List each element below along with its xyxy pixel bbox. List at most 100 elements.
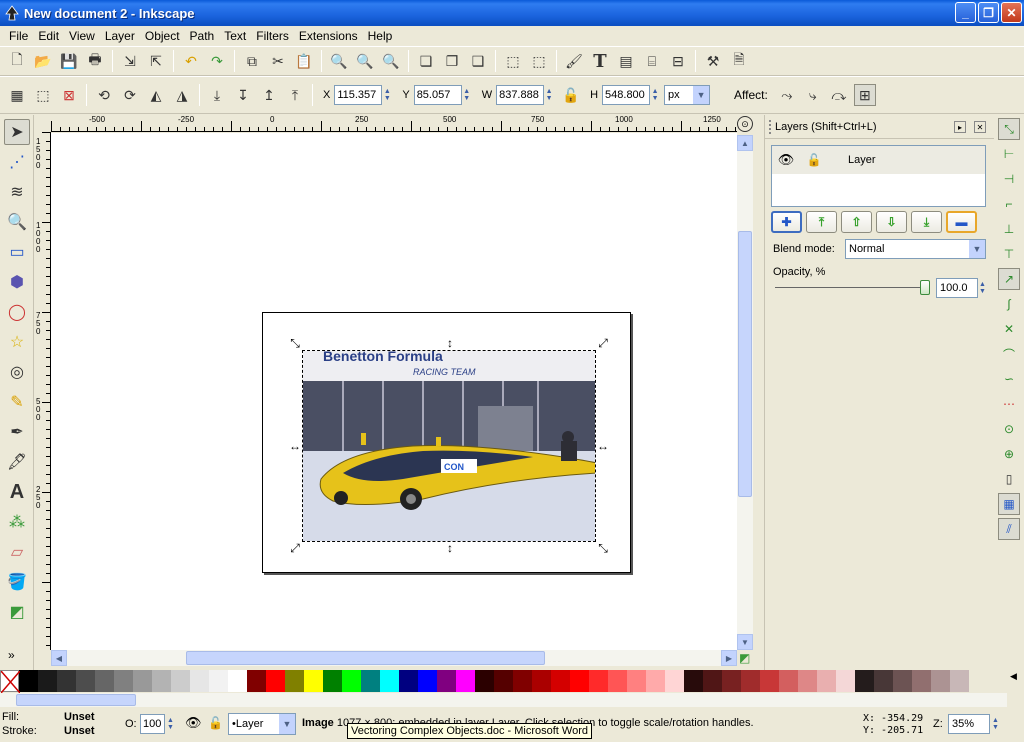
scroll-up-icon[interactable]: ▲ [737,135,753,151]
color-swatch[interactable] [855,670,874,692]
zoom-tool-icon[interactable]: 🔍 [4,209,30,235]
color-swatch[interactable] [209,670,228,692]
color-swatch[interactable] [836,670,855,692]
affect-corners-icon[interactable]: ⤷ [802,84,824,106]
save-icon[interactable]: 💾 [58,50,80,72]
scale-handle-s[interactable]: ↕ [444,542,456,554]
affect-gradient-icon[interactable]: ⤼ [828,84,850,106]
snap-bbox-edge-icon[interactable]: ⊣ [998,168,1020,190]
zoom-selection-icon[interactable]: 🔍 [328,50,350,72]
scale-handle-n[interactable]: ↕ [444,337,456,349]
color-swatch[interactable] [950,670,969,692]
menu-layer[interactable]: Layer [100,29,140,43]
import-icon[interactable]: ⇲ [119,50,141,72]
layer-name[interactable]: Layer [848,154,876,166]
scroll-down-icon[interactable]: ▼ [737,634,753,650]
palette-scrollbar[interactable] [0,693,1007,707]
color-swatch[interactable] [741,670,760,692]
text-tool-icon[interactable]: A [4,479,30,505]
current-layer-select[interactable]: •Layer ▼ [228,713,296,735]
color-swatch[interactable] [703,670,722,692]
flip-vertical-icon[interactable]: ◮ [171,84,193,106]
layer-lock-icon[interactable]: 🔓 [208,716,223,730]
horizontal-scroll-thumb[interactable] [186,651,545,665]
snap-nodes-icon[interactable]: ↗ [998,268,1020,290]
deselect-icon[interactable]: ⊠ [58,84,80,106]
color-swatch[interactable] [171,670,190,692]
menu-edit[interactable]: Edit [33,29,64,43]
lower-to-bottom-icon[interactable]: ⤓ [206,84,228,106]
fill-stroke-icon[interactable]: 🖌 [563,50,585,72]
color-swatch[interactable] [893,670,912,692]
ungroup-icon[interactable]: ⬚ [528,50,550,72]
pen-tool-icon[interactable]: ✒ [4,419,30,445]
color-swatch[interactable] [627,670,646,692]
snap-guide-icon[interactable]: ⫽ [998,518,1020,540]
scale-handle-w[interactable]: ↔ [289,440,301,452]
paint-bucket-tool-icon[interactable]: 🪣 [4,569,30,595]
rotate-cw-icon[interactable]: ⟳ [119,84,141,106]
minimize-button[interactable]: _ [955,2,976,23]
rotate-ccw-icon[interactable]: ⟲ [93,84,115,106]
snap-bbox-center-icon[interactable]: ⊤ [998,243,1020,265]
color-swatch[interactable] [513,670,532,692]
panel-options-icon[interactable]: ▸ [954,121,966,133]
palette-scroll-thumb[interactable] [16,694,136,706]
close-button[interactable]: ✕ [1001,2,1022,23]
color-manage-icon[interactable]: ◩ [739,651,750,665]
spiral-tool-icon[interactable]: ◎ [4,359,30,385]
opacity-slider-knob[interactable] [920,280,930,295]
undo-icon[interactable]: ↶ [180,50,202,72]
snap-cusp-icon[interactable]: ⌒ [998,343,1020,365]
color-swatch[interactable] [456,670,475,692]
lower-to-bottom-button[interactable]: ⤓ [911,211,942,233]
menu-extensions[interactable]: Extensions [294,29,363,43]
clone-icon[interactable]: ❐ [441,50,463,72]
menu-file[interactable]: File [4,29,33,43]
color-swatch[interactable] [114,670,133,692]
color-swatch[interactable] [228,670,247,692]
lower-icon[interactable]: ↧ [232,84,254,106]
vertical-scroll-thumb[interactable] [738,231,752,497]
menu-text[interactable]: Text [219,29,251,43]
scale-handle-nw[interactable]: ⤡ [289,337,301,349]
menu-help[interactable]: Help [363,29,398,43]
x-field[interactable]: 115.357 [334,85,383,105]
ellipse-tool-icon[interactable]: ◯ [4,299,30,325]
menu-object[interactable]: Object [140,29,185,43]
cut-icon[interactable]: ✂ [267,50,289,72]
copy-icon[interactable]: ⧉ [241,50,263,72]
calligraphy-tool-icon[interactable]: 🖋 [4,449,30,475]
color-swatch[interactable] [285,670,304,692]
selector-tool-icon[interactable]: ➤ [4,119,30,145]
print-icon[interactable]: 🖶 [84,50,106,72]
color-swatch[interactable] [38,670,57,692]
tweak-tool-icon[interactable]: ≋ [4,179,30,205]
snap-intersection-icon[interactable]: ✕ [998,318,1020,340]
color-swatch[interactable] [646,670,665,692]
color-swatch[interactable] [760,670,779,692]
affect-stroke-icon[interactable]: ⤳ [776,84,798,106]
color-swatch[interactable] [874,670,893,692]
duplicate-icon[interactable]: ❏ [415,50,437,72]
3d-box-tool-icon[interactable]: ⬢ [4,269,30,295]
color-swatch[interactable] [684,670,703,692]
new-document-icon[interactable]: 🗋 [6,50,28,72]
color-swatch[interactable] [323,670,342,692]
horizontal-scrollbar[interactable]: ◀ ▶ [51,650,737,666]
h-spinner[interactable]: ▲ ▼ [650,85,660,105]
w-spinner[interactable]: ▲ ▼ [544,85,554,105]
xml-editor-icon[interactable]: ⌸ [641,50,663,72]
opacity-spinner[interactable]: ▲ ▼ [979,281,986,295]
color-swatch[interactable] [95,670,114,692]
h-field[interactable]: 548.800 [602,85,651,105]
color-swatch[interactable] [76,670,95,692]
fill-value[interactable]: Unset [64,711,95,723]
raise-layer-button[interactable]: ⇧ [841,211,872,233]
color-swatch[interactable] [418,670,437,692]
opacity-slider[interactable] [775,280,930,295]
align-distribute-icon[interactable]: ⊟ [667,50,689,72]
color-swatch[interactable] [817,670,836,692]
embedded-image[interactable]: Benetton Formula RACING TEAM CON [302,350,596,542]
snap-grid-icon[interactable]: ▦ [998,493,1020,515]
